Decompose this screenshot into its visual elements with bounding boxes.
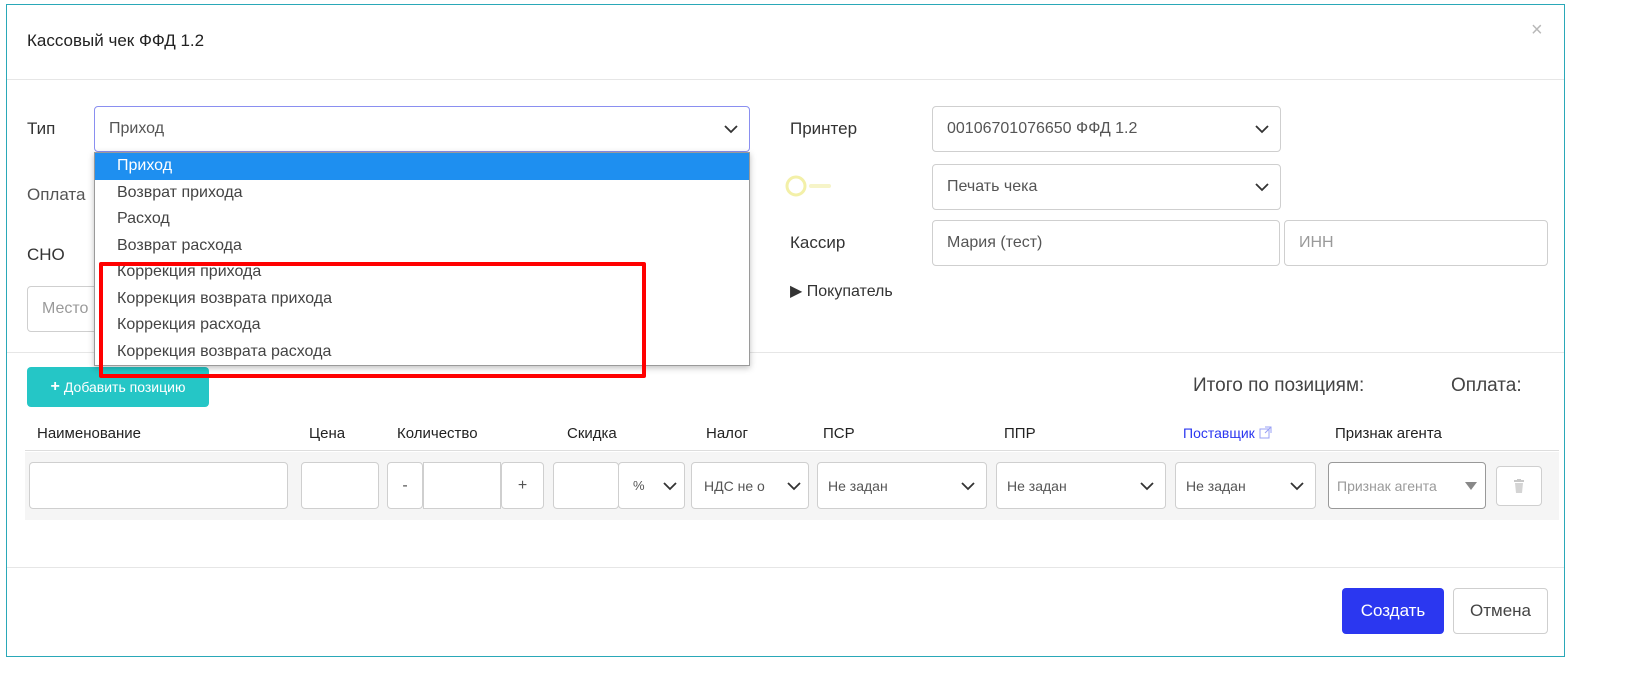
psr-value: Не задан bbox=[828, 477, 888, 494]
agent-select[interactable]: Признак агента bbox=[1328, 462, 1486, 509]
print-mode-select[interactable]: Печать чека bbox=[932, 164, 1281, 210]
chevron-down-icon bbox=[724, 125, 738, 134]
header-divider bbox=[7, 79, 1564, 80]
cancel-button[interactable]: Отмена bbox=[1453, 588, 1548, 634]
total-label: Итого по позициям: bbox=[1193, 375, 1365, 396]
external-link-icon bbox=[1259, 426, 1272, 439]
discount-input[interactable] bbox=[553, 462, 619, 509]
ppr-value: Не задан bbox=[1007, 477, 1067, 494]
table-header-divider bbox=[25, 450, 1559, 451]
caret-down-icon bbox=[1465, 481, 1477, 490]
cashier-value: Мария (тест) bbox=[947, 234, 1043, 251]
sno-label: СНО bbox=[27, 245, 65, 264]
chevron-down-icon bbox=[1290, 481, 1304, 490]
discount-unit-value: % bbox=[633, 478, 645, 493]
chevron-down-icon bbox=[961, 481, 975, 490]
print-mode-value: Печать чека bbox=[947, 178, 1038, 195]
buyer-toggle[interactable]: ▶ Покупатель bbox=[790, 281, 893, 301]
printer-label: Принтер bbox=[790, 119, 858, 138]
column-discount: Скидка bbox=[567, 425, 617, 442]
type-select[interactable]: Приход bbox=[94, 106, 750, 152]
column-quantity: Количество bbox=[397, 425, 478, 442]
loading-spinner-icon bbox=[785, 175, 831, 197]
column-agent: Признак агента bbox=[1335, 425, 1442, 442]
column-tax: Налог bbox=[706, 425, 748, 442]
tax-select[interactable]: НДС не о bbox=[691, 462, 809, 509]
agent-placeholder: Признак агента bbox=[1337, 477, 1437, 494]
cashier-label: Кассир bbox=[790, 233, 846, 252]
chevron-down-icon bbox=[663, 481, 677, 490]
column-name: Наименование bbox=[37, 425, 141, 442]
inn-placeholder: ИНН bbox=[1299, 234, 1334, 251]
dialog-title: Кассовый чек ФФД 1.2 bbox=[27, 31, 205, 50]
quantity-input[interactable] bbox=[423, 462, 501, 509]
create-button[interactable]: Создать bbox=[1342, 588, 1444, 634]
add-position-label: Добавить позицию bbox=[63, 379, 186, 395]
ppr-select[interactable]: Не задан bbox=[996, 462, 1166, 509]
type-option[interactable]: Возврат расхода bbox=[95, 233, 749, 260]
place-placeholder: Место bbox=[42, 300, 89, 317]
plus-icon: + bbox=[50, 378, 60, 395]
quantity-plus-button[interactable]: + bbox=[501, 462, 544, 509]
supplier-value: Не задан bbox=[1186, 477, 1246, 494]
chevron-down-icon bbox=[1255, 183, 1269, 192]
discount-unit-select[interactable]: % bbox=[618, 462, 685, 509]
supplier-link-label: Поставщик bbox=[1183, 425, 1255, 441]
supplier-select[interactable]: Не задан bbox=[1175, 462, 1316, 509]
cashier-input[interactable]: Мария (тест) bbox=[932, 220, 1280, 266]
column-ppr: ППР bbox=[1004, 425, 1036, 442]
column-supplier-link[interactable]: Поставщик bbox=[1183, 425, 1272, 442]
receipt-dialog: Кассовый чек ФФД 1.2 × Тип Приход Оплата… bbox=[6, 4, 1565, 657]
inn-input[interactable]: ИНН bbox=[1284, 220, 1548, 266]
minus-icon: - bbox=[402, 476, 408, 494]
correction-options-highlight bbox=[99, 262, 646, 378]
psr-select[interactable]: Не задан bbox=[817, 462, 987, 509]
printer-select-value: 00106701076650 ФФД 1.2 bbox=[947, 120, 1138, 137]
payment-total-label: Оплата: bbox=[1451, 375, 1522, 396]
type-option[interactable]: Возврат прихода bbox=[95, 180, 749, 207]
price-input[interactable] bbox=[301, 462, 379, 509]
quantity-minus-button[interactable]: - bbox=[387, 462, 423, 509]
type-label: Тип bbox=[27, 119, 56, 138]
plus-icon: + bbox=[517, 476, 528, 494]
printer-select[interactable]: 00106701076650 ФФД 1.2 bbox=[932, 106, 1281, 152]
column-psr: ПСР bbox=[823, 425, 855, 442]
type-option[interactable]: Приход bbox=[95, 153, 749, 180]
chevron-down-icon bbox=[1140, 481, 1154, 490]
trash-icon bbox=[1514, 478, 1524, 493]
footer-divider bbox=[7, 567, 1564, 568]
chevron-down-icon bbox=[1255, 125, 1269, 134]
column-price: Цена bbox=[309, 425, 346, 442]
tax-value: НДС не о bbox=[704, 477, 765, 494]
close-icon[interactable]: × bbox=[1531, 19, 1543, 42]
chevron-down-icon bbox=[787, 481, 801, 490]
delete-row-button[interactable] bbox=[1496, 466, 1542, 506]
name-input[interactable] bbox=[29, 462, 288, 509]
type-select-value: Приход bbox=[109, 120, 165, 137]
type-option[interactable]: Расход bbox=[95, 206, 749, 233]
payment-label: Оплата bbox=[27, 185, 86, 204]
